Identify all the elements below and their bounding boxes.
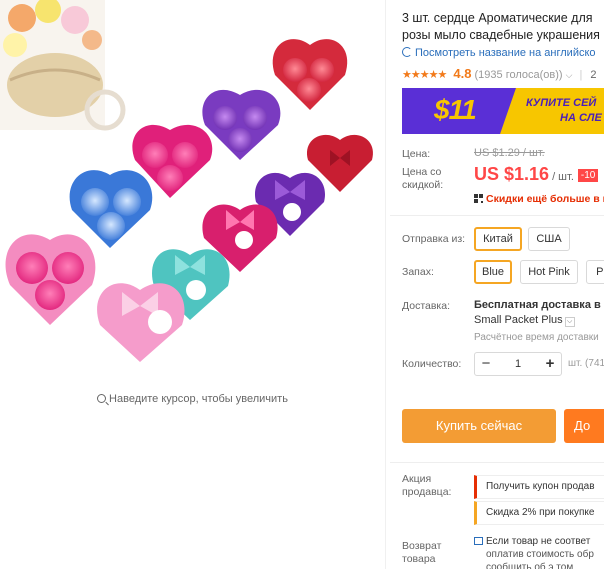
product-info-panel: 3 шт. сердце Ароматические для розы мыло… xyxy=(390,0,604,569)
returns-line3: сообщить об э том xyxy=(486,562,574,569)
scent-option-pink[interactable]: Pi xyxy=(586,260,604,284)
returns-label-line2: товара xyxy=(402,553,436,565)
rating-separator: | xyxy=(579,69,583,81)
price-label: Цена: xyxy=(402,148,431,160)
heart-lid-light-pink xyxy=(97,283,185,362)
returns-label-line1: Возврат xyxy=(402,540,442,552)
ship-from-option-china[interactable]: Китай xyxy=(474,227,522,251)
view-english-title-link[interactable]: Посмотреть название на английско xyxy=(402,47,596,59)
product-title-line1: 3 шт. сердце Ароматические для xyxy=(402,11,593,25)
scent-label: Запах: xyxy=(402,266,434,278)
add-to-cart-button[interactable]: До xyxy=(564,409,604,443)
quantity-increase-button[interactable]: + xyxy=(539,353,561,375)
price-discounted: US $1.16/ шт. -10 xyxy=(474,164,599,185)
ship-from-label: Отправка из: xyxy=(402,233,466,245)
price-discounted-amount: US $1.16 xyxy=(474,164,550,184)
rating-stars-icon: ★★★★★ xyxy=(402,69,447,81)
ship-from-option-usa[interactable]: США xyxy=(528,227,570,251)
product-photo-soap-roses-heart-boxes xyxy=(0,0,373,362)
heart-box-red-open xyxy=(272,39,348,110)
price-original: US $1.29 / шт. xyxy=(474,147,545,159)
seller-promo-label-line2: продавца: xyxy=(402,486,452,498)
quantity-decrease-button[interactable]: − xyxy=(475,353,497,375)
bulk-discount-tag: Скидка 2% при покупке xyxy=(474,501,604,525)
shipping-method[interactable]: Small Packet Plus ⌵ xyxy=(474,314,575,327)
app-discount-text: Скидки ещё больше в п xyxy=(486,193,604,205)
shipping-time: Расчётное время доставки xyxy=(474,332,599,343)
return-policy-icon xyxy=(474,537,483,545)
section-divider xyxy=(390,462,604,463)
seller-promo-label-line1: Акция xyxy=(402,473,432,485)
returns-label: Возврат товара xyxy=(402,540,441,566)
decor-flower-basket xyxy=(0,0,126,131)
returns-line1: Если товар не соответ xyxy=(474,535,594,548)
returns-line2: оплатив стоимость обр xyxy=(486,549,594,560)
scent-option-blue[interactable]: Blue xyxy=(474,260,512,284)
product-main-image[interactable] xyxy=(0,0,385,385)
discount-price-label: Цена со скидкой: xyxy=(402,166,443,192)
returns-policy: Если товар не соответ оплатив стоимость … xyxy=(474,535,594,569)
product-title-line2: розы мыло свадебные украшения xyxy=(402,28,600,42)
shipping-method-name: Small Packet Plus xyxy=(474,314,563,326)
quantity-stepper: − 1 + xyxy=(474,352,562,376)
heart-box-purple-open xyxy=(202,89,281,160)
rating-value: 4.8 xyxy=(453,66,472,81)
get-seller-coupon-button[interactable]: Получить купон продав xyxy=(474,475,604,499)
heart-box-pink-open xyxy=(5,234,96,325)
promo-banner-amount: $11 xyxy=(434,94,477,125)
scent-option-hot-pink[interactable]: Hot Pink xyxy=(520,260,578,284)
price-unit: / шт. xyxy=(552,171,574,183)
buy-now-button[interactable]: Купить сейчас xyxy=(402,409,556,443)
discount-badge: -10 xyxy=(577,169,599,182)
column-divider xyxy=(385,0,386,569)
translate-link-text: Посмотреть название на английско xyxy=(415,47,596,59)
product-gallery: Наведите курсор, чтобы увеличить xyxy=(0,0,385,569)
zoom-hint: Наведите курсор, чтобы увеличить xyxy=(0,393,385,405)
seller-promo-label: Акция продавца: xyxy=(402,473,451,499)
translate-icon xyxy=(402,47,412,57)
quantity-input[interactable]: 1 xyxy=(497,353,539,375)
returns-line1-text: Если товар не соответ xyxy=(486,536,591,547)
heart-box-blue-open xyxy=(69,170,153,248)
shipping-title: Бесплатная доставка в R xyxy=(474,299,604,311)
qr-code-icon xyxy=(474,194,483,203)
promo-banner-line2: НА СЛЕ xyxy=(560,112,602,124)
rating-summary[interactable]: ★★★★★ 4.8 (1935 голоса(ов)) ⌵ | 2 xyxy=(402,66,597,81)
orders-count: 2 xyxy=(590,69,597,81)
product-title: 3 шт. сердце Ароматические для розы мыло… xyxy=(402,10,604,44)
app-discount-link[interactable]: Скидки ещё больше в п xyxy=(474,193,604,205)
chevron-down-icon[interactable]: ⌵ xyxy=(566,70,573,80)
shipping-label: Доставка: xyxy=(402,300,451,312)
discount-price-label-line1: Цена со xyxy=(402,166,442,178)
zoom-hint-text: Наведите курсор, чтобы увеличить xyxy=(109,393,288,405)
quantity-available: шт. (741 xyxy=(568,358,604,369)
chevron-down-icon[interactable]: ⌵ xyxy=(564,317,575,327)
quantity-label: Количество: xyxy=(402,358,462,370)
rating-count: (1935 голоса(ов)) xyxy=(474,69,563,81)
discount-price-label-line2: скидкой: xyxy=(402,179,444,191)
promo-banner-line1: КУПИТЕ СЕЙ xyxy=(526,97,597,109)
promo-banner[interactable]: $11 КУПИТЕ СЕЙ НА СЛЕ xyxy=(402,88,604,134)
magnifier-icon xyxy=(97,394,107,403)
section-divider xyxy=(390,215,604,216)
